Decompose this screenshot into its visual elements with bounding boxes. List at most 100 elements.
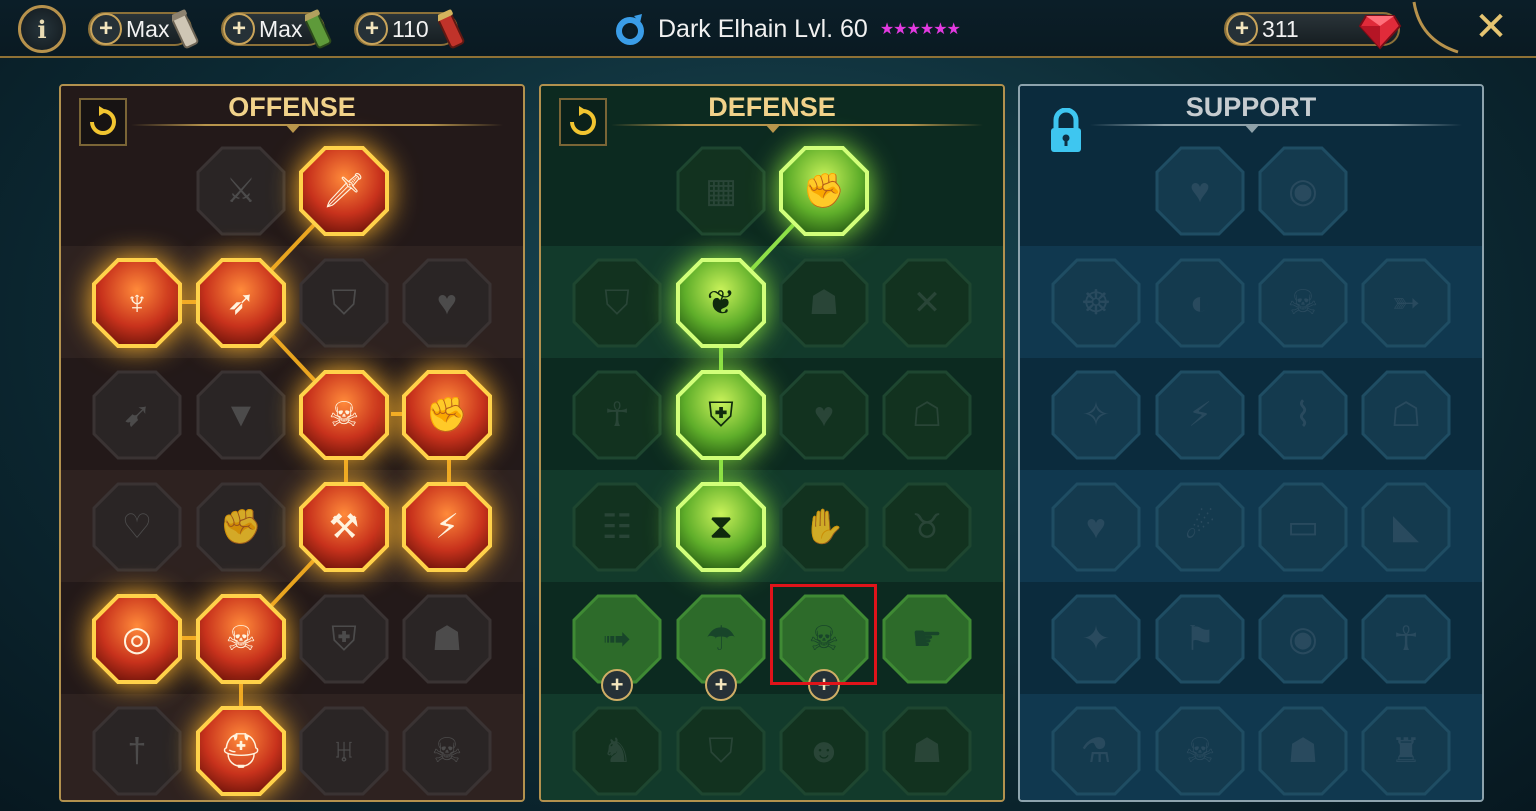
selected-node-highlight: [770, 584, 877, 685]
add-red-scroll-button[interactable]: +: [356, 13, 388, 45]
offense-node-archer-kneeling[interactable]: ➹: [92, 370, 182, 460]
support-node-heart-chains[interactable]: ♥: [1051, 482, 1141, 572]
heart-dagger-icon: ♡: [121, 508, 153, 546]
cracked-body-icon: ☗: [808, 284, 840, 322]
defense-node-running-figure[interactable]: ➟ +: [572, 594, 662, 701]
defense-node-crossed-arrows[interactable]: ✕: [882, 258, 972, 348]
defense-node-bull-head[interactable]: ♉: [882, 482, 972, 572]
support-node-compass-star[interactable]: ✦: [1051, 594, 1141, 684]
chevron-down-icon: [1244, 124, 1260, 133]
offense-node-skull-slash[interactable]: ☠: [299, 370, 389, 460]
add-gems-button[interactable]: +: [1226, 13, 1258, 45]
support-node-radiant-shield[interactable]: ◐: [1155, 258, 1245, 348]
defense-node-shielded-heart[interactable]: ♥: [779, 370, 869, 460]
support-node-angry-eyes[interactable]: ◣: [1361, 482, 1451, 572]
support-node-open-book[interactable]: ▭: [1258, 482, 1348, 572]
support-node-comet-strike[interactable]: ☄: [1155, 482, 1245, 572]
defense-node-grabbing-hand[interactable]: ☛: [882, 594, 972, 684]
defense-node-scale-armor[interactable]: ▦: [676, 146, 766, 236]
info-button[interactable]: i: [18, 5, 66, 53]
eagle-head-icon: ♜: [1390, 732, 1422, 770]
group-figures-icon: ☷: [601, 508, 633, 546]
support-node-praying-hands[interactable]: ☸: [1051, 258, 1141, 348]
red-scroll-icon: [438, 9, 465, 49]
scale-armor-icon: ▦: [704, 172, 738, 210]
support-node-potion-skull[interactable]: ⚗: [1051, 706, 1141, 796]
support-node-ninja-figure[interactable]: ☥: [1361, 594, 1451, 684]
offense-node-skull-spikes[interactable]: ☠: [402, 706, 492, 796]
radiant-shield-icon: ◐: [1189, 284, 1211, 322]
offense-node-heart-dagger[interactable]: ♡: [92, 482, 182, 572]
resource-red-scrolls: + 110: [354, 9, 465, 49]
defense-node-bald-warrior[interactable]: ☻: [779, 706, 869, 796]
offense-node-axe-strike[interactable]: ⚒: [299, 482, 389, 572]
defense-node-hooded-figure[interactable]: ☖: [882, 370, 972, 460]
support-node-winged-boot[interactable]: ⚑: [1155, 594, 1245, 684]
defense-node-anatomical-heart[interactable]: ❦: [676, 258, 766, 348]
defense-node-hourglass-rays[interactable]: ⧗: [676, 482, 766, 572]
offense-node-bullseye-arrows[interactable]: ◎: [92, 594, 182, 684]
support-node-ghost-figures[interactable]: ☖: [1361, 370, 1451, 460]
defense-node-group-figures[interactable]: ☷: [572, 482, 662, 572]
add-green-scroll-button[interactable]: +: [223, 13, 255, 45]
offense-node-crossed-swords[interactable]: ⚔: [196, 146, 286, 236]
ninja-figure-icon: ☥: [1393, 620, 1419, 658]
offense-node-strongman[interactable]: ☗: [402, 594, 492, 684]
support-node-smoking-skull[interactable]: ☠: [1258, 258, 1348, 348]
defense-node-winged-shield[interactable]: ⛉: [676, 706, 766, 796]
defense-node-cracked-body[interactable]: ☗: [779, 258, 869, 348]
support-node-all-seeing-eye[interactable]: ◉: [1258, 594, 1348, 684]
support-node-sparkle-figure[interactable]: ✧: [1051, 370, 1141, 460]
defense-node-raised-fist[interactable]: ✊: [779, 146, 869, 236]
offense-node-lightning-chains[interactable]: ⚡: [402, 482, 492, 572]
offense-node-bleeding-heart[interactable]: ♥: [402, 258, 492, 348]
defense-node-muscled-figure[interactable]: ☗: [882, 706, 972, 796]
demon-lord-icon: ♅: [331, 732, 357, 770]
close-button[interactable]: ✕: [1470, 4, 1512, 50]
bullseye-arrows-icon: ◎: [122, 620, 152, 658]
hooded-figure-icon: ☖: [911, 396, 943, 434]
offense-node-fist-dagger[interactable]: ✊: [402, 370, 492, 460]
offense-node-triple-arrow-strike[interactable]: ➶: [196, 258, 286, 348]
cracked-ground-icon: ⌇: [1294, 396, 1312, 434]
offense-node-shield-sword[interactable]: ⛨: [299, 594, 389, 684]
defense-panel: DEFENSE ▦ ✊ ⛉ ❦ ☗ ✕ ☥ ⛨ ♥ ☖ ☷ ⧗ ✋ ♉ ➟ + …: [539, 84, 1005, 802]
champion-title-bar: Dark Elhain Lvl. 60 ★★★★★★: [612, 10, 961, 48]
defense-node-knight-shield[interactable]: ⛨: [676, 370, 766, 460]
offense-node-fist-gauntlet[interactable]: ✊: [196, 482, 286, 572]
three-skulls-icon: ☠: [225, 620, 257, 658]
bleeding-heart-icon: ♥: [436, 284, 458, 322]
support-node-swift-arrows[interactable]: ➳: [1361, 258, 1451, 348]
upgrade-plus-button[interactable]: +: [705, 669, 737, 701]
support-node-healing-heart[interactable]: ♥: [1155, 146, 1245, 236]
open-book-icon: ▭: [1286, 508, 1320, 546]
corner-ornament: [1412, 1, 1459, 54]
defense-node-hunched-figure[interactable]: ☥: [572, 370, 662, 460]
support-node-lightning-bolt[interactable]: ⚡: [1155, 370, 1245, 460]
offense-node-cracked-shield[interactable]: ⛉: [299, 258, 389, 348]
skull-spikes-icon: ☠: [431, 732, 463, 770]
upgrade-plus-button[interactable]: +: [601, 669, 633, 701]
silver-scroll-icon: [172, 9, 199, 49]
offense-node-demon-lord[interactable]: ♅: [299, 706, 389, 796]
defense-node-dripping-drops[interactable]: ☂ +: [676, 594, 766, 701]
swift-arrows-icon: ➳: [1391, 284, 1421, 322]
offense-node-three-skulls[interactable]: ☠: [196, 594, 286, 684]
offense-node-flaming-sword[interactable]: 🗡: [299, 146, 389, 236]
shield-plate-icon: ⛉: [604, 284, 630, 322]
support-node-swirl-shield[interactable]: ◉: [1258, 146, 1348, 236]
support-node-grim-skull[interactable]: ☠: [1155, 706, 1245, 796]
add-silver-scroll-button[interactable]: +: [90, 13, 122, 45]
support-node-cracked-ground[interactable]: ⌇: [1258, 370, 1348, 460]
offense-node-dagger-stab[interactable]: †: [92, 706, 182, 796]
defense-node-shield-plate[interactable]: ⛉: [572, 258, 662, 348]
defense-node-open-hand[interactable]: ✋: [779, 482, 869, 572]
offense-node-fanged-mouth[interactable]: ▼: [196, 370, 286, 460]
all-seeing-eye-icon: ◉: [1288, 620, 1318, 658]
support-node-foot-stomp[interactable]: ☗: [1258, 706, 1348, 796]
defense-node-beast-head[interactable]: ♞: [572, 706, 662, 796]
support-node-eagle-head[interactable]: ♜: [1361, 706, 1451, 796]
offense-node-horned-demon[interactable]: ♆: [92, 258, 182, 348]
offense-node-flaming-helmet[interactable]: ⛑: [196, 706, 286, 796]
crossed-swords-icon: ⚔: [225, 172, 257, 210]
